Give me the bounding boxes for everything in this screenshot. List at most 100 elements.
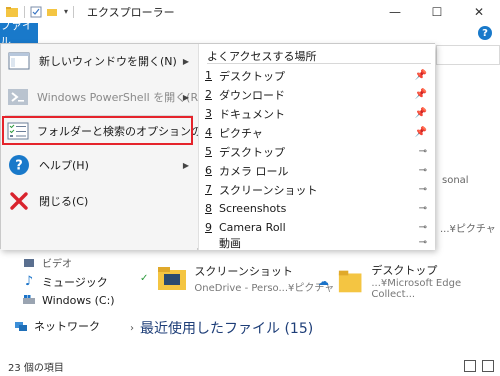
frequent-item-number: 9 [205, 221, 212, 234]
recent-files-label: 最近使用したファイル (15) [140, 321, 314, 337]
menu-item-label: Windows PowerShell を開く(R) [37, 91, 203, 104]
background-right-column: sonal ...¥ピクチャ [436, 70, 500, 255]
ribbon-tab-strip: ファイル ? [0, 19, 500, 48]
frequent-item[interactable]: 8 Screenshots ⊸ [203, 199, 431, 218]
drive-icon [23, 295, 35, 304]
folder-icon [338, 270, 362, 293]
video-icon [24, 258, 34, 267]
unpinned-icon[interactable]: ⊸ [419, 146, 427, 157]
window-controls: — ☐ ✕ [374, 0, 500, 23]
frequent-places-title: よくアクセスする場所 [207, 50, 317, 63]
close-x-icon [7, 189, 31, 213]
nav-label: Windows (C:) [42, 293, 115, 307]
menu-item-new-window[interactable]: 新しいウィンドウを開く(N) ▶ [3, 44, 195, 78]
quick-access-dropdown-icon[interactable]: ▾ [64, 7, 68, 16]
pinned-icon[interactable]: 📌 [415, 89, 427, 100]
submenu-arrow-icon: ▶ [182, 92, 189, 102]
frequent-item-number: 4 [205, 126, 212, 139]
menu-item-help[interactable]: ? ヘルプ(H) ▶ [3, 148, 195, 182]
unpinned-icon[interactable]: ⊸ [419, 237, 427, 248]
network-icon [15, 322, 27, 331]
frequent-item[interactable]: 5 デスクトップ ⊸ [203, 142, 431, 161]
nav-item-music[interactable]: ♪ ミュージック [22, 274, 108, 290]
file-menu-commands: 新しいウィンドウを開く(N) ▶ Windows PowerShell を開く(… [1, 44, 241, 250]
chevron-right-icon: › [130, 322, 134, 334]
frequent-item-label: スクリーンショット [219, 183, 318, 197]
unpinned-icon[interactable]: ⊸ [419, 165, 427, 176]
frequent-item-number: 6 [205, 164, 212, 177]
frequent-item-number: 7 [205, 183, 212, 196]
menu-item-label: 新しいウィンドウを開く(N) [39, 55, 177, 68]
unpinned-icon[interactable]: ⊸ [419, 222, 427, 233]
folder-icon [158, 267, 187, 290]
help-icon: ? [7, 153, 31, 177]
tile-desktop[interactable]: ☁ デスクトップ ...¥Microsoft Edge Collect... [318, 262, 500, 300]
nav-item-network[interactable]: ネットワーク [14, 318, 100, 334]
recent-files-header[interactable]: › 最近使用したファイル (15) [130, 318, 313, 338]
frequent-item-number: 3 [205, 107, 212, 120]
frequent-item-number: 1 [205, 69, 212, 82]
status-bar: 23 個の項目 [0, 356, 500, 376]
frequent-item[interactable]: 1 デスクトップ 📌 [203, 66, 431, 85]
frequent-item[interactable]: 3 ドキュメント 📌 [203, 104, 431, 123]
properties-icon[interactable] [30, 6, 42, 18]
frequent-places-panel: よくアクセスする場所 1 デスクトップ 📌 2 ダウンロード 📌 3 ドキュメン… [198, 44, 435, 250]
submenu-arrow-icon: ▶ [182, 160, 189, 170]
powershell-icon [7, 85, 29, 109]
background-text-fragment: ...¥ピクチャ [440, 224, 496, 235]
details-view-icon[interactable] [464, 360, 476, 372]
pinned-icon[interactable]: 📌 [415, 108, 427, 119]
nav-label: ビデオ [42, 259, 72, 270]
file-menu: 新しいウィンドウを開く(N) ▶ Windows PowerShell を開く(… [0, 43, 435, 250]
maximize-button[interactable]: ☐ [416, 0, 458, 23]
frequent-item[interactable]: 動画 ⊸ [203, 235, 431, 250]
frequent-item-label: Screenshots [219, 202, 287, 215]
minimize-button[interactable]: — [374, 0, 416, 23]
close-window-button[interactable]: ✕ [458, 0, 500, 23]
new-window-icon [7, 49, 31, 73]
frequent-item-label: デスクトップ [219, 145, 285, 159]
background-text-fragment: sonal [442, 175, 469, 186]
frequent-item-label: 動画 [219, 236, 241, 250]
nav-item-video[interactable]: ビデオ [22, 255, 72, 270]
menu-item-label: 閉じる(C) [39, 195, 89, 208]
item-count: 23 個の項目 [8, 362, 64, 374]
window-title: エクスプローラー [87, 5, 175, 19]
frequent-item[interactable]: 6 カメラ ロール ⊸ [203, 161, 431, 180]
menu-item-close[interactable]: 閉じる(C) [3, 184, 195, 218]
music-icon: ♪ [24, 274, 34, 289]
highlight-box [2, 116, 193, 145]
search-box[interactable] [436, 45, 500, 65]
nav-label: ミュージック [42, 276, 108, 289]
frequent-item-label: ピクチャ [219, 126, 263, 140]
pinned-icon[interactable]: 📌 [415, 70, 427, 81]
menu-item-label: ヘルプ(H) [39, 159, 89, 172]
pinned-icon[interactable]: 📌 [415, 127, 427, 138]
nav-item-windows-c[interactable]: Windows (C:) [22, 293, 115, 307]
unpinned-icon[interactable]: ⊸ [419, 203, 427, 214]
frequent-item-label: デスクトップ [219, 69, 285, 83]
svg-text:?: ? [15, 159, 23, 174]
frequent-item[interactable]: 2 ダウンロード 📌 [203, 85, 431, 104]
large-icons-view-icon[interactable] [482, 360, 494, 372]
frequent-item-label: ダウンロード [219, 88, 285, 102]
frequent-item[interactable]: 4 ピクチャ 📌 [203, 123, 431, 142]
frequent-title-divider [207, 63, 431, 64]
nav-label: ネットワーク [34, 320, 100, 333]
tile-screenshots[interactable]: ✓ スクリーンショット OneDrive - Perso...¥ピクチャ [140, 262, 334, 294]
new-folder-icon[interactable] [46, 6, 58, 18]
tile-location: OneDrive - Perso...¥ピクチャ [194, 282, 335, 294]
menu-item-powershell[interactable]: Windows PowerShell を開く(R) ▶ [3, 80, 202, 114]
frequent-item-label: ドキュメント [219, 107, 285, 121]
tile-location: ...¥Microsoft Edge Collect... [371, 278, 462, 300]
sync-check-icon: ✓ [140, 272, 149, 284]
title-bar: ▾ エクスプローラー — ☐ ✕ [0, 0, 500, 23]
submenu-arrow-icon: ▶ [182, 56, 189, 66]
unpinned-icon[interactable]: ⊸ [419, 184, 427, 195]
frequent-item-number: 2 [205, 88, 212, 101]
tile-name: スクリーンショット [194, 264, 293, 278]
help-button[interactable]: ? [478, 26, 492, 40]
frequent-item[interactable]: 7 スクリーンショット ⊸ [203, 180, 431, 199]
tab-file[interactable]: ファイル [0, 19, 38, 48]
frequent-item-number: 8 [205, 202, 212, 215]
